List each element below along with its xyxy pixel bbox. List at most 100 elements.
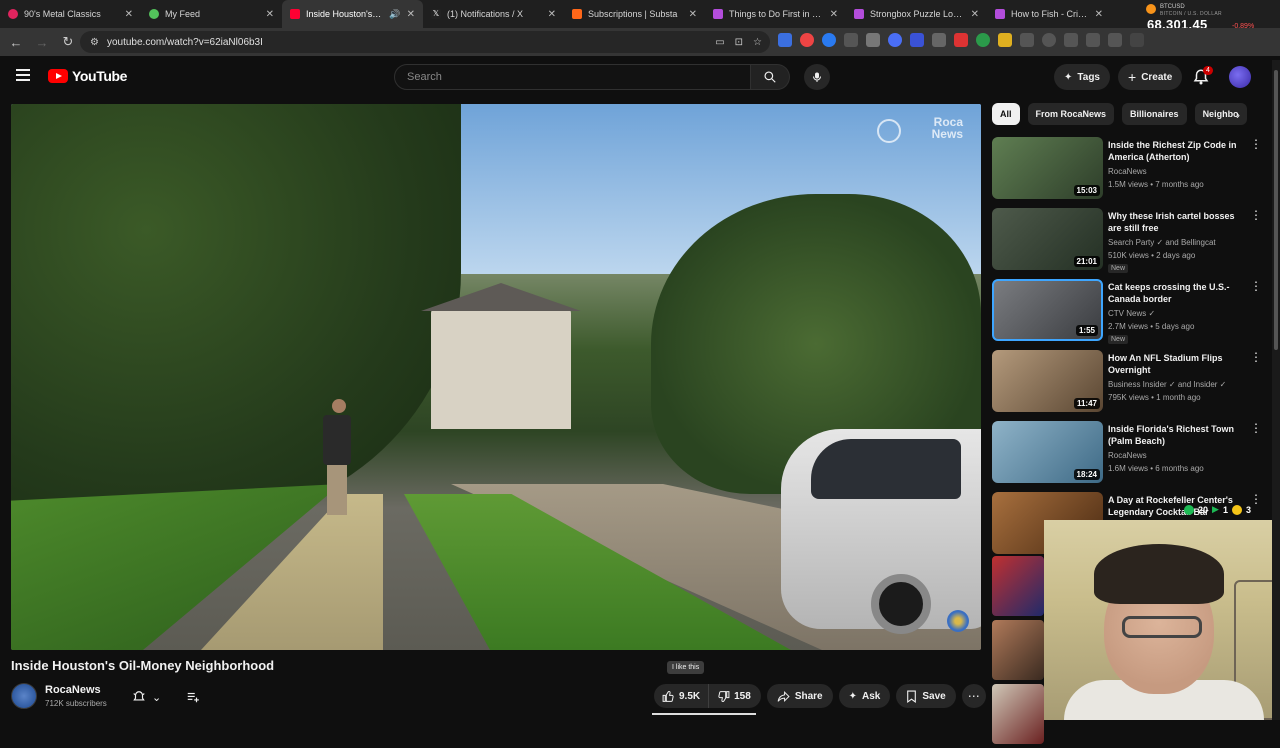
youtube-logo[interactable]: YouTube xyxy=(48,68,127,84)
tab-close-icon[interactable]: ✕ xyxy=(125,9,133,20)
btc-ticker[interactable]: BTCUSD BITCOIN / U.S. DOLLAR 68,301.45 -… xyxy=(1146,2,1274,37)
duration-badge: 11:47 xyxy=(1073,398,1100,409)
chip-from-channel[interactable]: From RocaNews xyxy=(1027,103,1115,125)
rec-channel[interactable]: Business Insider ✓ and Insider ✓ xyxy=(1108,380,1226,389)
devtools-icon[interactable] xyxy=(1064,33,1078,47)
search-input[interactable]: Search xyxy=(394,64,751,90)
save-button[interactable]: Save xyxy=(896,684,956,708)
site-settings-icon[interactable]: ⚙ xyxy=(90,37,99,48)
back-arrow-icon[interactable]: ← xyxy=(4,30,28,54)
add-to-queue-button[interactable] xyxy=(182,686,204,708)
like-button[interactable]: 9.5K xyxy=(654,684,710,708)
video-thumbnail[interactable]: 15:03 xyxy=(992,137,1103,199)
extension-icon[interactable] xyxy=(844,33,858,47)
extension-icon[interactable] xyxy=(822,33,836,47)
reload-icon[interactable]: ↻ xyxy=(56,30,80,54)
browser-tab[interactable]: How to Fish - Crimson De ✕ xyxy=(987,0,1111,28)
share-button[interactable]: Share xyxy=(766,684,833,708)
extension-icon[interactable] xyxy=(998,33,1012,47)
like-count: 9.5K xyxy=(679,690,701,702)
rec-channel[interactable]: RocaNews xyxy=(1108,451,1147,460)
kebab-menu-icon[interactable]: ⋮ xyxy=(1250,280,1262,292)
channel-branding-icon[interactable] xyxy=(947,610,969,632)
more-actions-button[interactable]: ⋯ xyxy=(961,684,986,708)
history-icon[interactable] xyxy=(1042,33,1056,47)
browser-tab[interactable]: My Feed ✕ xyxy=(141,0,282,28)
browser-tab-active[interactable]: Inside Houston's Oil-M 🔊 ✕ xyxy=(282,0,423,28)
create-button[interactable]: + Create xyxy=(1118,64,1183,90)
recommended-video[interactable]: 21:01 Why these Irish cartel bosses are … xyxy=(992,208,1272,279)
channel-avatar[interactable] xyxy=(11,683,37,709)
extension-icon[interactable] xyxy=(800,33,814,47)
kebab-menu-icon[interactable]: ⋮ xyxy=(1250,422,1262,434)
rec-channel[interactable]: Search Party ✓ and Bellingcat xyxy=(1108,238,1216,247)
video-player[interactable]: Roca News xyxy=(11,104,981,650)
tags-button[interactable]: ✦ Tags xyxy=(1054,64,1110,90)
video-thumbnail[interactable]: 11:47 xyxy=(992,350,1103,412)
install-icon[interactable]: ⊡ xyxy=(735,37,743,48)
scrollbar-thumb[interactable] xyxy=(1274,70,1278,350)
kebab-menu-icon[interactable]: ⋮ xyxy=(1250,351,1262,363)
extensions-puzzle-icon[interactable] xyxy=(1020,33,1034,47)
account-avatar[interactable] xyxy=(1229,66,1251,88)
tab-close-icon[interactable]: ✕ xyxy=(830,9,838,20)
tab-close-icon[interactable]: ✕ xyxy=(689,9,697,20)
extension-icon[interactable] xyxy=(976,33,990,47)
browser-tab[interactable]: Things to Do First in Crim ✕ xyxy=(705,0,846,28)
browser-tab[interactable]: Subscriptions | Substa ✕ xyxy=(564,0,705,28)
rec-title[interactable]: How An NFL Stadium Flips Overnight xyxy=(1108,352,1246,376)
extension-icon[interactable] xyxy=(888,33,902,47)
extension-icon[interactable] xyxy=(866,33,880,47)
rec-channel[interactable]: CTV News ✓ xyxy=(1108,309,1155,318)
kebab-menu-icon[interactable]: ⋮ xyxy=(1250,138,1262,150)
dislike-button[interactable]: 158 xyxy=(709,684,761,708)
recommended-video[interactable]: 15:03 Inside the Richest Zip Code in Ame… xyxy=(992,137,1272,208)
video-thumbnail[interactable]: 1:55 xyxy=(992,279,1103,341)
rec-channel[interactable]: RocaNews xyxy=(1108,167,1147,176)
recommended-video[interactable]: 18:24 Inside Florida's Richest Town (Pal… xyxy=(992,421,1272,492)
browser-tab[interactable]: 90's Metal Classics ✕ xyxy=(0,0,141,28)
rec-title[interactable]: Inside Florida's Richest Town (Palm Beac… xyxy=(1108,423,1246,447)
tab-close-icon[interactable]: ✕ xyxy=(548,9,556,20)
reading-list-icon[interactable] xyxy=(1086,33,1100,47)
tab-close-icon[interactable]: ✕ xyxy=(1095,9,1103,20)
video-thumbnail[interactable] xyxy=(992,620,1044,680)
channel-name[interactable]: RocaNews xyxy=(45,684,101,696)
kebab-menu-icon[interactable]: ⋮ xyxy=(1250,209,1262,221)
chip-billionaires[interactable]: Billionaires xyxy=(1122,103,1187,125)
video-thumbnail[interactable]: 21:01 xyxy=(992,208,1103,270)
bookmark-star-icon[interactable]: ☆ xyxy=(753,37,762,48)
rec-title[interactable]: Why these Irish cartel bosses are still … xyxy=(1108,210,1246,234)
recommended-video[interactable]: 11:47 How An NFL Stadium Flips Overnight… xyxy=(992,350,1272,421)
chevron-right-icon[interactable]: › xyxy=(1236,108,1240,122)
page-scrollbar[interactable] xyxy=(1272,60,1280,720)
tab-close-icon[interactable]: ✕ xyxy=(266,9,274,20)
kebab-menu-icon[interactable]: ⋮ xyxy=(1250,493,1262,505)
search-button[interactable] xyxy=(751,64,790,90)
video-thumbnail[interactable] xyxy=(992,556,1044,616)
extension-icon[interactable] xyxy=(778,33,792,47)
extension-icon[interactable] xyxy=(954,33,968,47)
extension-icon[interactable] xyxy=(932,33,946,47)
browser-tab[interactable]: 𝕏 (1) Notifications / X ✕ xyxy=(423,0,564,28)
browser-tab[interactable]: Strongbox Puzzle Location ✕ xyxy=(846,0,987,28)
voice-search-button[interactable] xyxy=(804,64,830,90)
address-bar[interactable]: ⚙ youtube.com/watch?v=62iaNl06b3I ▭ ⊡ ☆ xyxy=(80,31,770,53)
speaker-icon[interactable]: 🔊 xyxy=(389,9,400,20)
forward-arrow-icon[interactable]: → xyxy=(30,30,54,54)
menu-hamburger-icon[interactable] xyxy=(16,69,30,81)
tab-close-icon[interactable]: ✕ xyxy=(971,9,979,20)
rec-title[interactable]: Cat keeps crossing the U.S.-Canada borde… xyxy=(1108,281,1246,305)
ask-button[interactable]: ✦ Ask xyxy=(838,684,891,708)
download-icon[interactable] xyxy=(1108,33,1122,47)
video-thumbnail[interactable]: 18:24 xyxy=(992,421,1103,483)
video-thumbnail[interactable] xyxy=(992,684,1044,744)
chip-all[interactable]: All xyxy=(992,103,1020,125)
tab-close-icon[interactable]: ✕ xyxy=(407,9,415,20)
recommended-video[interactable]: 1:55 Cat keeps crossing the U.S.-Canada … xyxy=(992,279,1272,350)
browser-menu-icon[interactable] xyxy=(1130,33,1144,47)
cast-icon[interactable]: ▭ xyxy=(715,37,724,48)
extension-icon[interactable] xyxy=(910,33,924,47)
subscription-bell-button[interactable]: ⌄ xyxy=(132,686,172,708)
rec-title[interactable]: Inside the Richest Zip Code in America (… xyxy=(1108,139,1246,163)
